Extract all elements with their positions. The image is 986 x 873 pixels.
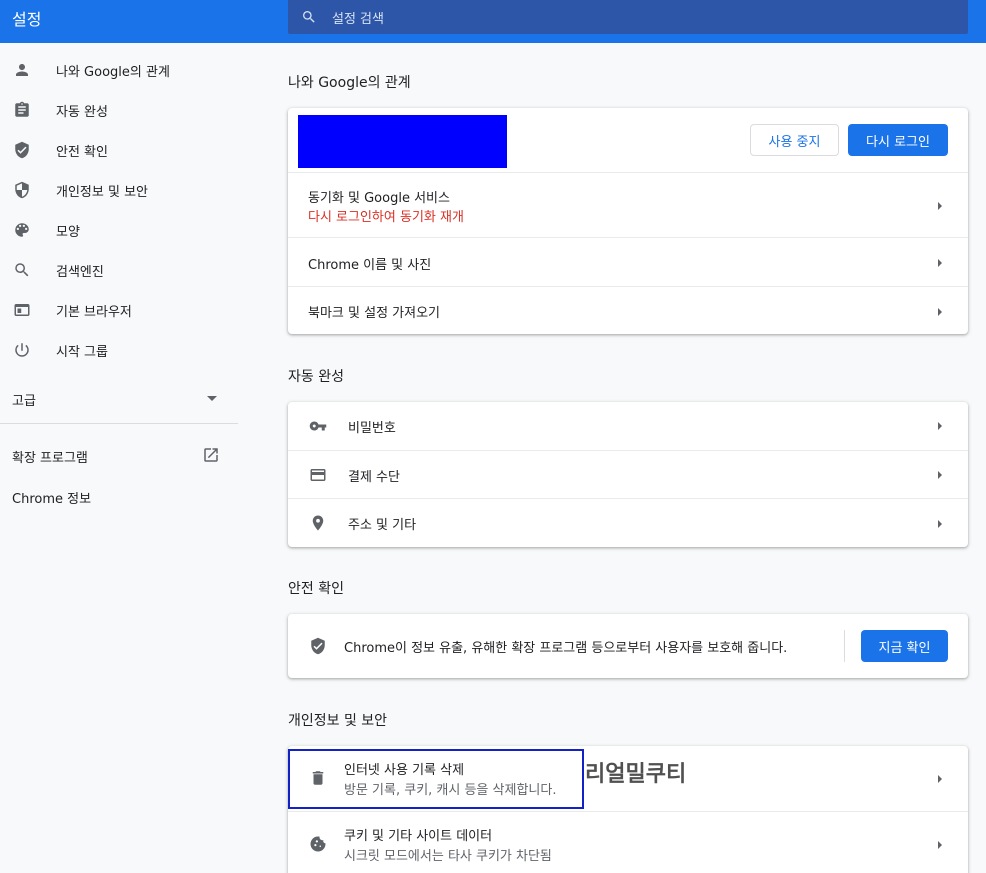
arrow-right-icon xyxy=(938,841,942,849)
cookie-icon xyxy=(308,834,328,854)
section-title-privacy: 개인정보 및 보안 xyxy=(288,713,388,729)
shield-check-icon xyxy=(308,636,328,656)
credit-card-icon xyxy=(308,465,328,485)
sync-services-row[interactable]: 동기화 및 Google 서비스 다시 로그인하여 동기화 재개 xyxy=(288,172,968,237)
sidebar-item-about[interactable]: Chrome 정보 xyxy=(0,476,240,516)
addresses-row[interactable]: 주소 및 기타 xyxy=(288,498,968,547)
sidebar-item-you-google[interactable]: 나와 Google의 관계 xyxy=(0,50,240,90)
sidebar-item-search-engine[interactable]: 검색엔진 xyxy=(0,250,240,290)
arrow-right-icon xyxy=(938,471,942,479)
search-field[interactable]: 설정 검색 xyxy=(288,0,968,34)
sidebar-item-autofill[interactable]: 자동 완성 xyxy=(0,90,240,130)
check-now-button[interactable]: 지금 확인 xyxy=(861,630,948,662)
arrow-right-icon xyxy=(938,775,942,783)
browser-icon xyxy=(12,300,32,320)
arrow-right-icon xyxy=(938,422,942,430)
vertical-divider xyxy=(844,630,845,662)
turn-off-button[interactable]: 사용 중지 xyxy=(750,124,839,156)
sidebar-item-label: 안전 확인 xyxy=(56,144,108,160)
extensions-label: 확장 프로그램 xyxy=(12,451,88,466)
section-title-autofill: 자동 완성 xyxy=(288,369,344,385)
power-icon xyxy=(12,340,32,360)
sidebar-item-label: 시작 그룹 xyxy=(56,344,108,360)
palette-icon xyxy=(12,220,32,240)
top-bar: 설정 설정 검색 xyxy=(0,0,986,43)
import-row[interactable]: 북마크 및 설정 가져오기 xyxy=(288,286,968,334)
safety-description: Chrome이 정보 유출, 유해한 확장 프로그램 등으로부터 사용자를 보호… xyxy=(344,641,788,656)
shield-icon xyxy=(12,180,32,200)
shield-check-icon xyxy=(12,140,32,160)
arrow-right-icon xyxy=(938,202,942,210)
you-google-card: 사용 중지 다시 로그인 동기화 및 Google 서비스 다시 로그인하여 동… xyxy=(288,108,968,334)
sidebar-item-appearance[interactable]: 모양 xyxy=(0,210,240,250)
sidebar-item-on-startup[interactable]: 시작 그룹 xyxy=(0,330,240,370)
arrow-right-icon xyxy=(938,259,942,267)
chrome-name-label: Chrome 이름 및 사진 xyxy=(308,258,432,273)
arrow-right-icon xyxy=(938,520,942,528)
account-row: 사용 중지 다시 로그인 xyxy=(288,108,968,173)
sidebar-item-label: 모양 xyxy=(56,224,80,240)
sync-title: 동기화 및 Google 서비스 xyxy=(308,191,450,206)
sidebar-item-privacy[interactable]: 개인정보 및 보안 xyxy=(0,170,240,210)
search-input[interactable]: 설정 검색 xyxy=(332,8,384,27)
person-icon xyxy=(12,60,32,80)
sidebar-item-safety-check[interactable]: 안전 확인 xyxy=(0,130,240,170)
cookies-subtitle: 시크릿 모드에서는 타사 쿠키가 차단됨 xyxy=(344,849,552,864)
watermark-text: 리얼밀쿠티 xyxy=(585,762,687,787)
sidebar-item-label: 기본 브라우저 xyxy=(56,304,132,320)
sidebar: 나와 Google의 관계 자동 완성 안전 확인 개인정보 및 보안 모양 검… xyxy=(0,43,240,873)
sidebar-item-label: 검색엔진 xyxy=(56,264,104,280)
payments-label: 결제 수단 xyxy=(348,470,400,485)
cookies-row[interactable]: 쿠키 및 기타 사이트 데이터 시크릿 모드에서는 타사 쿠키가 차단됨 xyxy=(288,811,968,873)
search-icon xyxy=(12,260,32,280)
sync-error-text: 다시 로그인하여 동기화 재개 xyxy=(308,210,464,225)
sidebar-advanced[interactable]: 고급 xyxy=(0,378,240,418)
sidebar-divider xyxy=(0,423,238,424)
key-icon xyxy=(308,416,328,436)
section-title-you-google: 나와 Google의 관계 xyxy=(288,75,411,91)
sidebar-item-label: 나와 Google의 관계 xyxy=(56,64,170,80)
section-title-safety: 안전 확인 xyxy=(288,581,344,597)
addresses-label: 주소 및 기타 xyxy=(348,518,417,533)
arrow-right-icon xyxy=(938,308,942,316)
sign-in-again-button[interactable]: 다시 로그인 xyxy=(848,124,948,156)
sidebar-item-label: 개인정보 및 보안 xyxy=(56,184,148,200)
sidebar-item-extensions[interactable]: 확장 프로그램 xyxy=(0,435,240,475)
safety-card: Chrome이 정보 유출, 유해한 확장 프로그램 등으로부터 사용자를 보호… xyxy=(288,614,968,678)
about-label: Chrome 정보 xyxy=(12,492,92,507)
passwords-row[interactable]: 비밀번호 xyxy=(288,402,968,450)
open-in-new-icon xyxy=(202,446,220,468)
sidebar-item-label: 자동 완성 xyxy=(56,104,108,120)
clipboard-icon xyxy=(12,100,32,120)
highlight-annotation-box xyxy=(288,749,584,809)
passwords-label: 비밀번호 xyxy=(348,421,396,436)
location-pin-icon xyxy=(308,513,328,533)
redacted-profile-area xyxy=(298,115,507,168)
page-title: 설정 xyxy=(12,10,42,29)
search-icon xyxy=(300,8,318,26)
autofill-card: 비밀번호 결제 수단 주소 및 기타 xyxy=(288,402,968,547)
caret-down-icon xyxy=(207,396,217,401)
advanced-label: 고급 xyxy=(12,394,36,409)
import-label: 북마크 및 설정 가져오기 xyxy=(308,306,440,321)
chrome-name-row[interactable]: Chrome 이름 및 사진 xyxy=(288,237,968,286)
cookies-title: 쿠키 및 기타 사이트 데이터 xyxy=(344,829,493,844)
sidebar-item-default-browser[interactable]: 기본 브라우저 xyxy=(0,290,240,330)
payments-row[interactable]: 결제 수단 xyxy=(288,450,968,498)
